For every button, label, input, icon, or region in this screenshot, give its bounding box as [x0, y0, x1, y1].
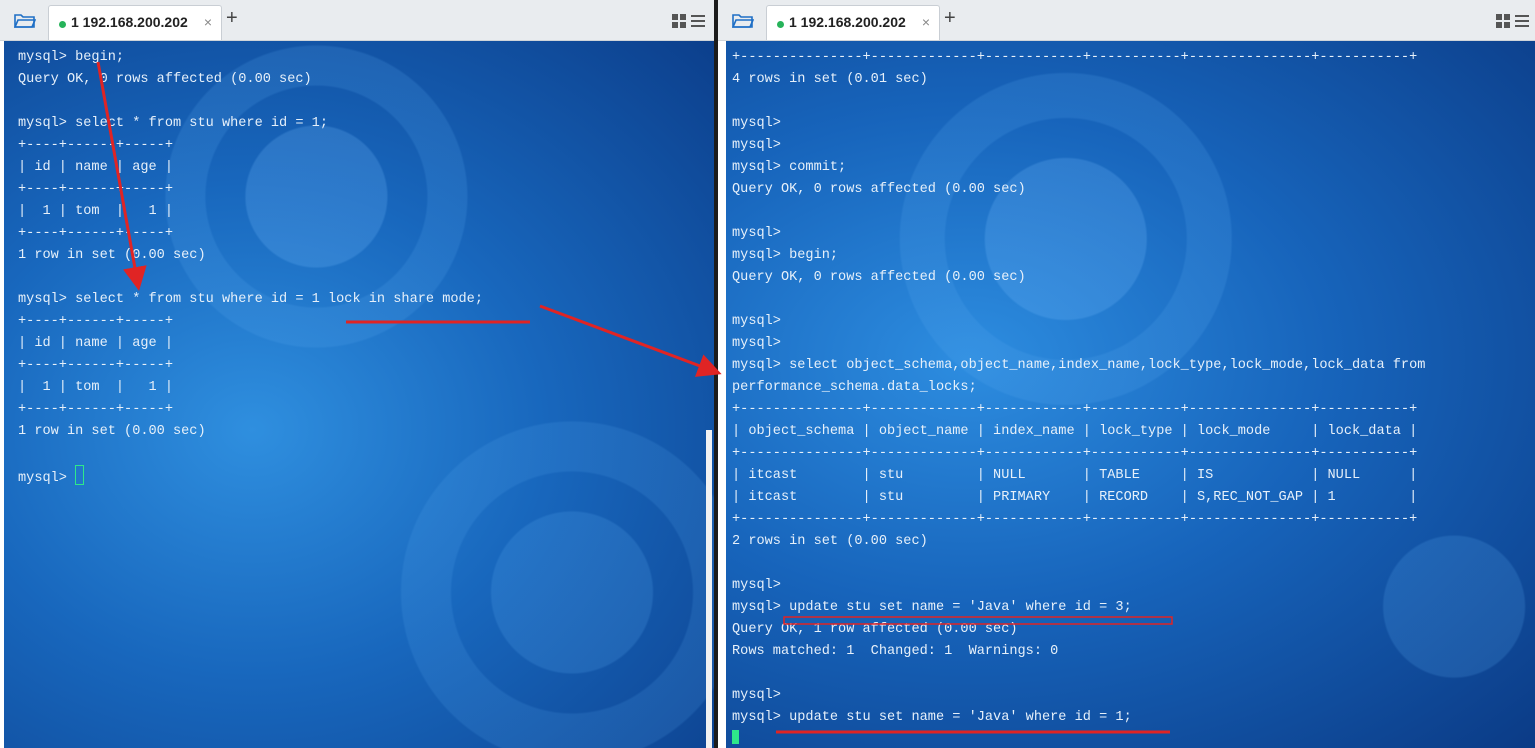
- tab-title: 1 192.168.200.202: [71, 14, 188, 30]
- terminal-line: Query OK, 0 rows affected (0.00 sec): [732, 270, 1026, 285]
- folder-open-icon[interactable]: [14, 12, 36, 28]
- terminal-line: +---------------+-------------+---------…: [732, 446, 1418, 461]
- folder-open-icon[interactable]: [732, 12, 754, 28]
- tab-title: 1 192.168.200.202: [789, 14, 906, 30]
- close-icon[interactable]: ×: [922, 14, 930, 30]
- terminal-line: | id | name | age |: [18, 336, 173, 351]
- terminal-line: +----+------+-----+: [18, 226, 173, 241]
- terminal-line: mysql>: [732, 578, 781, 593]
- terminal-prompt-line[interactable]: [732, 729, 739, 748]
- terminal-line: mysql>: [732, 138, 781, 153]
- text-cursor: [75, 465, 85, 485]
- terminal-line: 1 row in set (0.00 sec): [18, 248, 206, 263]
- terminal-line: 1 row in set (0.00 sec): [18, 424, 206, 439]
- terminal-output[interactable]: +---------------+-------------+---------…: [726, 41, 1535, 748]
- layout-grid-icon[interactable]: [672, 13, 706, 29]
- terminal-line: +---------------+-------------+---------…: [732, 512, 1418, 527]
- session-tab[interactable]: 1 192.168.200.202 ×: [48, 5, 222, 40]
- terminal-line: mysql> select object_schema,object_name,…: [732, 358, 1426, 373]
- close-icon[interactable]: ×: [204, 14, 212, 30]
- terminal-line: | 1 | tom | 1 |: [18, 204, 173, 219]
- terminal-output[interactable]: mysql> begin; Query OK, 0 rows affected …: [4, 41, 714, 748]
- terminal-pane-left: 1 192.168.200.202 × + mysql> begin; Quer…: [0, 0, 714, 748]
- terminal-line: Query OK, 1 row affected (0.00 sec): [732, 622, 1018, 637]
- terminal-line: performance_schema.data_locks;: [732, 380, 977, 395]
- terminal-line: mysql>: [732, 688, 781, 703]
- terminal-prompt: mysql>: [18, 471, 76, 486]
- terminal-line: +----+------+-----+: [18, 138, 173, 153]
- connection-status-dot: [777, 21, 784, 28]
- terminal-pane-right: 1 192.168.200.202 × + +---------------+-…: [718, 0, 1535, 748]
- terminal-line: Query OK, 0 rows affected (0.00 sec): [732, 182, 1026, 197]
- terminal-line: mysql>: [732, 314, 781, 329]
- terminal-line: mysql> begin;: [18, 50, 125, 65]
- terminal-line: +----+------+-----+: [18, 314, 173, 329]
- terminal-line: mysql>: [732, 116, 781, 131]
- terminal-line: mysql> update stu set name = 'Java' wher…: [732, 600, 1132, 615]
- connection-status-dot: [59, 21, 66, 28]
- plus-icon[interactable]: +: [226, 8, 238, 28]
- terminal-line: | id | name | age |: [18, 160, 173, 175]
- terminal-prompt-line[interactable]: mysql>: [18, 465, 85, 487]
- terminal-line: mysql> select * from stu where id = 1;: [18, 116, 328, 131]
- terminal-line: mysql> select * from stu where id = 1 lo…: [18, 292, 483, 307]
- terminal-line: Query OK, 0 rows affected (0.00 sec): [18, 72, 312, 87]
- terminal-line: | itcast | stu | NULL | TABLE | IS | NUL…: [732, 468, 1418, 483]
- scrollbar[interactable]: [706, 430, 712, 748]
- terminal-line: mysql> update stu set name = 'Java' wher…: [732, 710, 1132, 725]
- tab-bar: 1 192.168.200.202 × +: [718, 0, 1535, 41]
- terminal-line: mysql> begin;: [732, 248, 839, 263]
- terminal-line: mysql> commit;: [732, 160, 847, 175]
- terminal-line: mysql>: [732, 226, 781, 241]
- terminal-line: +----+------+-----+: [18, 358, 173, 373]
- session-tab[interactable]: 1 192.168.200.202 ×: [766, 5, 940, 40]
- plus-icon[interactable]: +: [944, 8, 956, 28]
- terminal-line: | object_schema | object_name | index_na…: [732, 424, 1418, 439]
- text-cursor: [732, 730, 739, 744]
- terminal-line: 2 rows in set (0.00 sec): [732, 534, 928, 549]
- terminal-line: 4 rows in set (0.01 sec): [732, 72, 928, 87]
- terminal-line: | 1 | tom | 1 |: [18, 380, 173, 395]
- terminal-line: +----+------+-----+: [18, 182, 173, 197]
- terminal-line: +---------------+-------------+---------…: [732, 50, 1418, 65]
- layout-grid-icon[interactable]: [1496, 13, 1530, 29]
- terminal-line: Rows matched: 1 Changed: 1 Warnings: 0: [732, 644, 1059, 659]
- terminal-line: | itcast | stu | PRIMARY | RECORD | S,RE…: [732, 490, 1418, 505]
- terminal-line: +----+------+-----+: [18, 402, 173, 417]
- terminal-line: +---------------+-------------+---------…: [732, 402, 1418, 417]
- tab-bar: 1 192.168.200.202 × +: [0, 0, 714, 41]
- terminal-line: mysql>: [732, 336, 781, 351]
